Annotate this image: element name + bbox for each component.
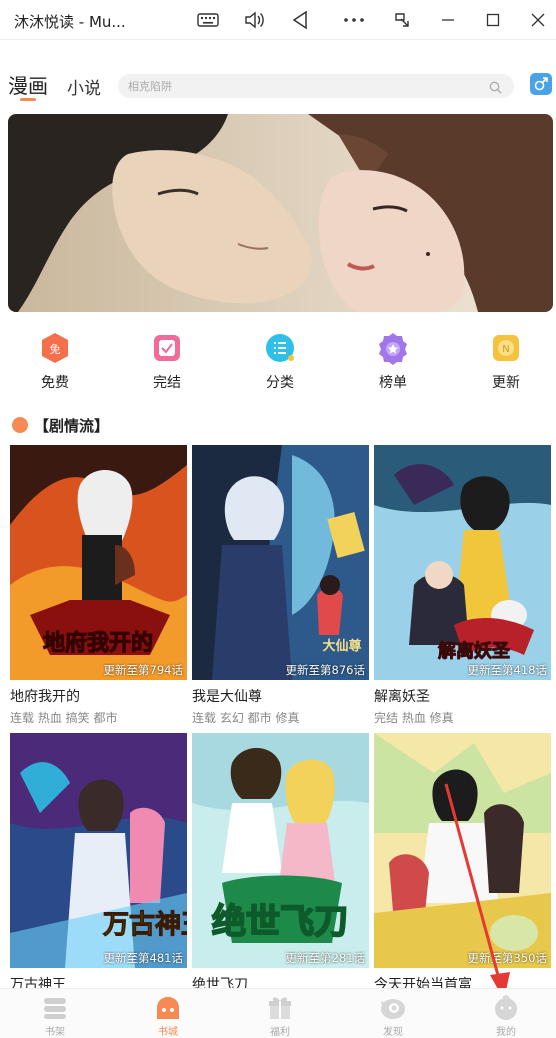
- active-tab-indicator: [20, 98, 36, 101]
- window-titlebar: 沐沐悦读 - Mu...: [0, 0, 556, 40]
- nav-profile[interactable]: 我的: [471, 995, 541, 1038]
- nav-label: 我的: [496, 1027, 516, 1038]
- window-title: 沐沐悦读 - Mu...: [14, 13, 126, 31]
- section-icon: [12, 417, 28, 433]
- bottom-navigation: 书架 书城 福利 发现 我的: [0, 988, 556, 1038]
- category-free[interactable]: 免 免费: [15, 326, 95, 392]
- comic-card[interactable]: 大仙尊 更新至第876话 我是大仙尊 连载 玄幻 都市 修真: [192, 445, 369, 726]
- profile-icon: [492, 995, 520, 1021]
- nav-bookstore[interactable]: 书城: [133, 995, 203, 1038]
- search-icon[interactable]: [489, 79, 502, 98]
- section-title: 【剧情流】: [34, 416, 110, 435]
- update-label: 更新至第418话: [467, 663, 547, 677]
- comic-card[interactable]: 地府我开的 更新至第794话 地府我开的 连载 热血 搞笑 都市: [10, 445, 187, 726]
- category-finished[interactable]: 完结: [127, 326, 207, 392]
- search-input[interactable]: [128, 77, 488, 95]
- minimize-icon[interactable]: [436, 8, 460, 32]
- finished-icon: [149, 330, 185, 366]
- comic-card[interactable]: 解离妖圣 更新至第418话 解离妖圣 完结 热血 修真: [374, 445, 551, 726]
- tab-comics[interactable]: 漫画: [8, 70, 48, 99]
- free-icon: 免: [37, 330, 73, 366]
- comic-cover[interactable]: 更新至第350话: [374, 733, 551, 968]
- update-label: 更新至第350话: [467, 951, 547, 965]
- comic-card[interactable]: 万古神王 更新至第481话 万古神王: [10, 733, 187, 994]
- volume-icon[interactable]: [242, 8, 266, 32]
- close-icon[interactable]: [526, 8, 550, 32]
- bookstore-icon: [154, 995, 182, 1021]
- nav-label: 发现: [383, 1027, 403, 1038]
- search-bar[interactable]: [118, 74, 514, 98]
- cover-title: 绝世飞刀: [212, 902, 348, 942]
- category-label: 免费: [41, 375, 69, 391]
- more-icon[interactable]: [342, 8, 366, 32]
- section-header: 【剧情流】: [12, 414, 109, 436]
- nav-label: 书城: [158, 1027, 178, 1038]
- nav-bookshelf[interactable]: 书架: [20, 995, 90, 1038]
- cover-title: 万古神王: [103, 910, 187, 940]
- comic-card[interactable]: 更新至第350话 今天开始当首富: [374, 733, 551, 994]
- cover-title: 解离妖圣: [438, 640, 511, 662]
- comic-title[interactable]: 我是大仙尊: [192, 686, 369, 706]
- nav-label: 福利: [270, 1027, 290, 1038]
- male-icon[interactable]: [530, 73, 552, 95]
- screen-icon[interactable]: [390, 8, 414, 32]
- comic-cover[interactable]: 地府我开的 更新至第794话: [10, 445, 187, 680]
- comic-cover[interactable]: 万古神王 更新至第481话: [10, 733, 187, 968]
- back-icon[interactable]: [288, 8, 312, 32]
- ranking-icon: [375, 330, 411, 366]
- featured-banner[interactable]: [8, 114, 553, 312]
- category-label: 榜单: [379, 375, 407, 391]
- category-ranking[interactable]: 榜单: [353, 326, 433, 392]
- category-row: 免 免费 完结 分类 榜单 N 更新: [0, 326, 556, 396]
- discover-icon: [379, 995, 407, 1021]
- bookshelf-icon: [41, 995, 69, 1021]
- tab-novels[interactable]: 小说: [67, 74, 101, 99]
- comic-tags: 完结 热血 修真: [374, 711, 454, 725]
- update-label: 更新至第281话: [285, 951, 365, 965]
- comic-card[interactable]: 绝世飞刀 更新至第281话 绝世飞刀: [192, 733, 369, 994]
- category-label: 完结: [153, 375, 181, 391]
- update-label: 更新至第481话: [103, 951, 183, 965]
- nav-discover[interactable]: 发现: [358, 995, 428, 1038]
- update-label: 更新至第876话: [285, 663, 365, 677]
- free-badge: 免: [50, 342, 61, 356]
- comic-cover[interactable]: 大仙尊 更新至第876话: [192, 445, 369, 680]
- cover-title: 地府我开的: [43, 630, 153, 656]
- nav-label: 书架: [45, 1027, 65, 1038]
- update-badge: N: [502, 344, 509, 355]
- cover-title: 大仙尊: [322, 638, 361, 654]
- comic-cover[interactable]: 绝世飞刀 更新至第281话: [192, 733, 369, 968]
- comic-tags: 连载 玄幻 都市 修真: [192, 711, 300, 725]
- gift-icon: [266, 995, 294, 1021]
- keyboard-icon[interactable]: [196, 8, 220, 32]
- top-navigation: 漫画 小说: [0, 66, 556, 106]
- comic-tags: 连载 热血 搞笑 都市: [10, 711, 118, 725]
- category-icon: [262, 330, 298, 366]
- category-genres[interactable]: 分类: [240, 326, 320, 392]
- comic-title[interactable]: 解离妖圣: [374, 686, 551, 706]
- comic-title[interactable]: 地府我开的: [10, 686, 187, 706]
- nav-welfare[interactable]: 福利: [245, 995, 315, 1038]
- comic-cover[interactable]: 解离妖圣 更新至第418话: [374, 445, 551, 680]
- category-updates[interactable]: N 更新: [466, 326, 546, 392]
- category-label: 更新: [492, 375, 520, 391]
- update-label: 更新至第794话: [103, 663, 183, 677]
- maximize-icon[interactable]: [481, 8, 505, 32]
- update-icon: N: [488, 330, 524, 366]
- category-label: 分类: [266, 375, 294, 391]
